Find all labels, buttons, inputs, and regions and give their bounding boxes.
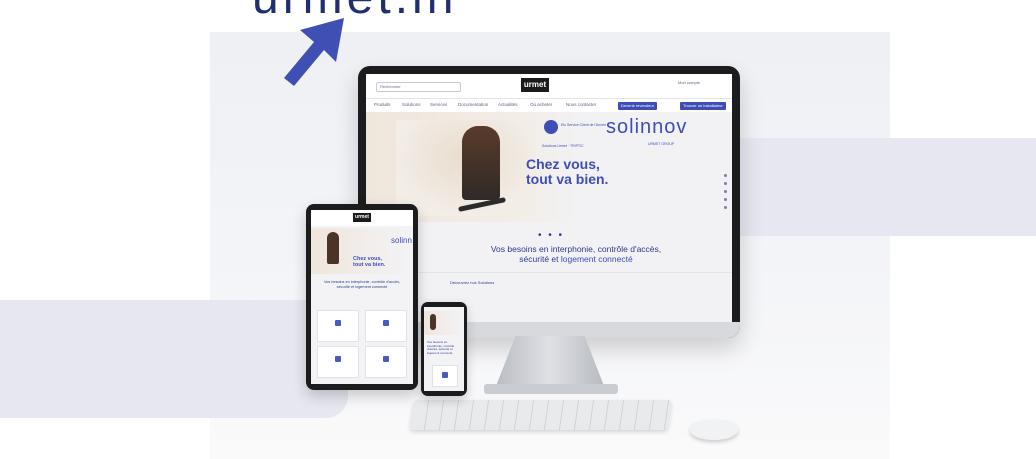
needs-text: Vos besoins en interphonie, contrôle d'a… — [427, 340, 455, 355]
solution-card[interactable] — [432, 365, 458, 387]
carousel-dots[interactable]: • • • — [538, 230, 564, 241]
tablet-device: urmet solinn Chez vous, tout va bien. Vo… — [306, 204, 418, 390]
award-title: Elu Service Client de l'Année — [561, 123, 607, 127]
slogan-line: tout va bien. — [526, 171, 609, 187]
side-pagination[interactable] — [722, 169, 728, 229]
account-link[interactable]: Mon compte — [678, 80, 700, 85]
hero-banner: Elu Service Client de l'Année Solutions … — [366, 112, 732, 222]
tablet-header: urmet — [311, 210, 413, 226]
phone-device: Vos besoins en interphonie, contrôle d'a… — [421, 302, 467, 396]
solution-icon — [335, 356, 341, 362]
solution-icon — [442, 372, 448, 378]
solution-icon — [335, 320, 341, 326]
monitor-screen: Rechercher urmet Mon compte Produits Sol… — [366, 74, 732, 322]
award-icon — [544, 120, 558, 134]
mouse — [690, 420, 738, 440]
monitor-stand-base — [484, 384, 618, 394]
needs-text: Vos besoins en interphonie, contrôle d'a… — [436, 244, 716, 264]
phone-hero — [424, 311, 464, 335]
nav-item[interactable]: Produits — [374, 102, 391, 107]
solution-card[interactable] — [317, 346, 359, 378]
award-subtitle: Solutions Urmet · TRIPTIC — [542, 144, 584, 148]
installer-button[interactable]: Trouver un installateur — [680, 102, 726, 110]
solution-icon — [383, 356, 389, 362]
needs-line: Vos besoins en interphonie, contrôle d'a… — [490, 244, 662, 254]
urmet-logo[interactable]: urmet — [521, 78, 549, 92]
site-header: Rechercher urmet Mon compte — [366, 74, 732, 98]
decorative-band-right — [688, 138, 1036, 236]
hero-slogan: Chez vous, tout va bien. — [353, 256, 385, 268]
needs-prefix: sécurité et — [519, 254, 561, 264]
slogan-line: Chez vous, — [526, 156, 600, 172]
solution-card[interactable] — [365, 346, 407, 378]
skateboarder-image — [430, 314, 436, 330]
nav-item[interactable]: Nous contacter — [566, 102, 596, 107]
cursor-arrow-icon — [284, 18, 344, 86]
reseller-button[interactable]: Devenir revendeur — [618, 102, 657, 110]
nav-item[interactable]: Où acheter — [530, 102, 552, 107]
skateboarder-image — [462, 126, 500, 200]
needs-line-2: sécurité et logement connecté — [436, 254, 716, 264]
tablet-hero: solinn Chez vous, tout va bien. — [311, 228, 413, 274]
solinnov-logo: solinnov — [606, 116, 688, 138]
decorative-band-left — [0, 300, 348, 418]
divider — [366, 272, 732, 273]
solutions-link[interactable]: Découvrez nos Solutions — [450, 280, 494, 285]
award-badge: Elu Service Client de l'Année Solutions … — [542, 118, 607, 148]
solution-icon — [383, 320, 389, 326]
skateboarder-image — [327, 232, 339, 264]
nav-item[interactable]: Documentation — [458, 102, 488, 107]
site-nav: Produits Solutions Services Documentatio… — [366, 98, 732, 113]
phone-screen: Vos besoins en interphonie, contrôle d'a… — [424, 307, 464, 391]
nav-item[interactable]: Solutions — [402, 102, 421, 107]
search-input[interactable]: Rechercher — [376, 82, 461, 92]
needs-text: Vos besoins en interphonie, contrôle d'a… — [323, 280, 401, 289]
slogan-line: tout va bien. — [353, 262, 386, 268]
solinnov-logo: solinn — [391, 236, 412, 245]
keyboard — [409, 400, 673, 430]
hero-slogan: Chez vous, tout va bien. — [526, 157, 608, 187]
nav-item[interactable]: Services — [430, 102, 447, 107]
urmet-logo[interactable]: urmet — [353, 213, 371, 222]
solution-card[interactable] — [317, 310, 359, 342]
needs-highlight-link[interactable]: logement connecté — [561, 254, 633, 264]
solution-card[interactable] — [365, 310, 407, 342]
solinnov-subtitle: URMET GROUP — [648, 142, 675, 146]
nav-item[interactable]: Actualités — [498, 102, 518, 107]
tablet-screen: urmet solinn Chez vous, tout va bien. Vo… — [311, 210, 413, 384]
